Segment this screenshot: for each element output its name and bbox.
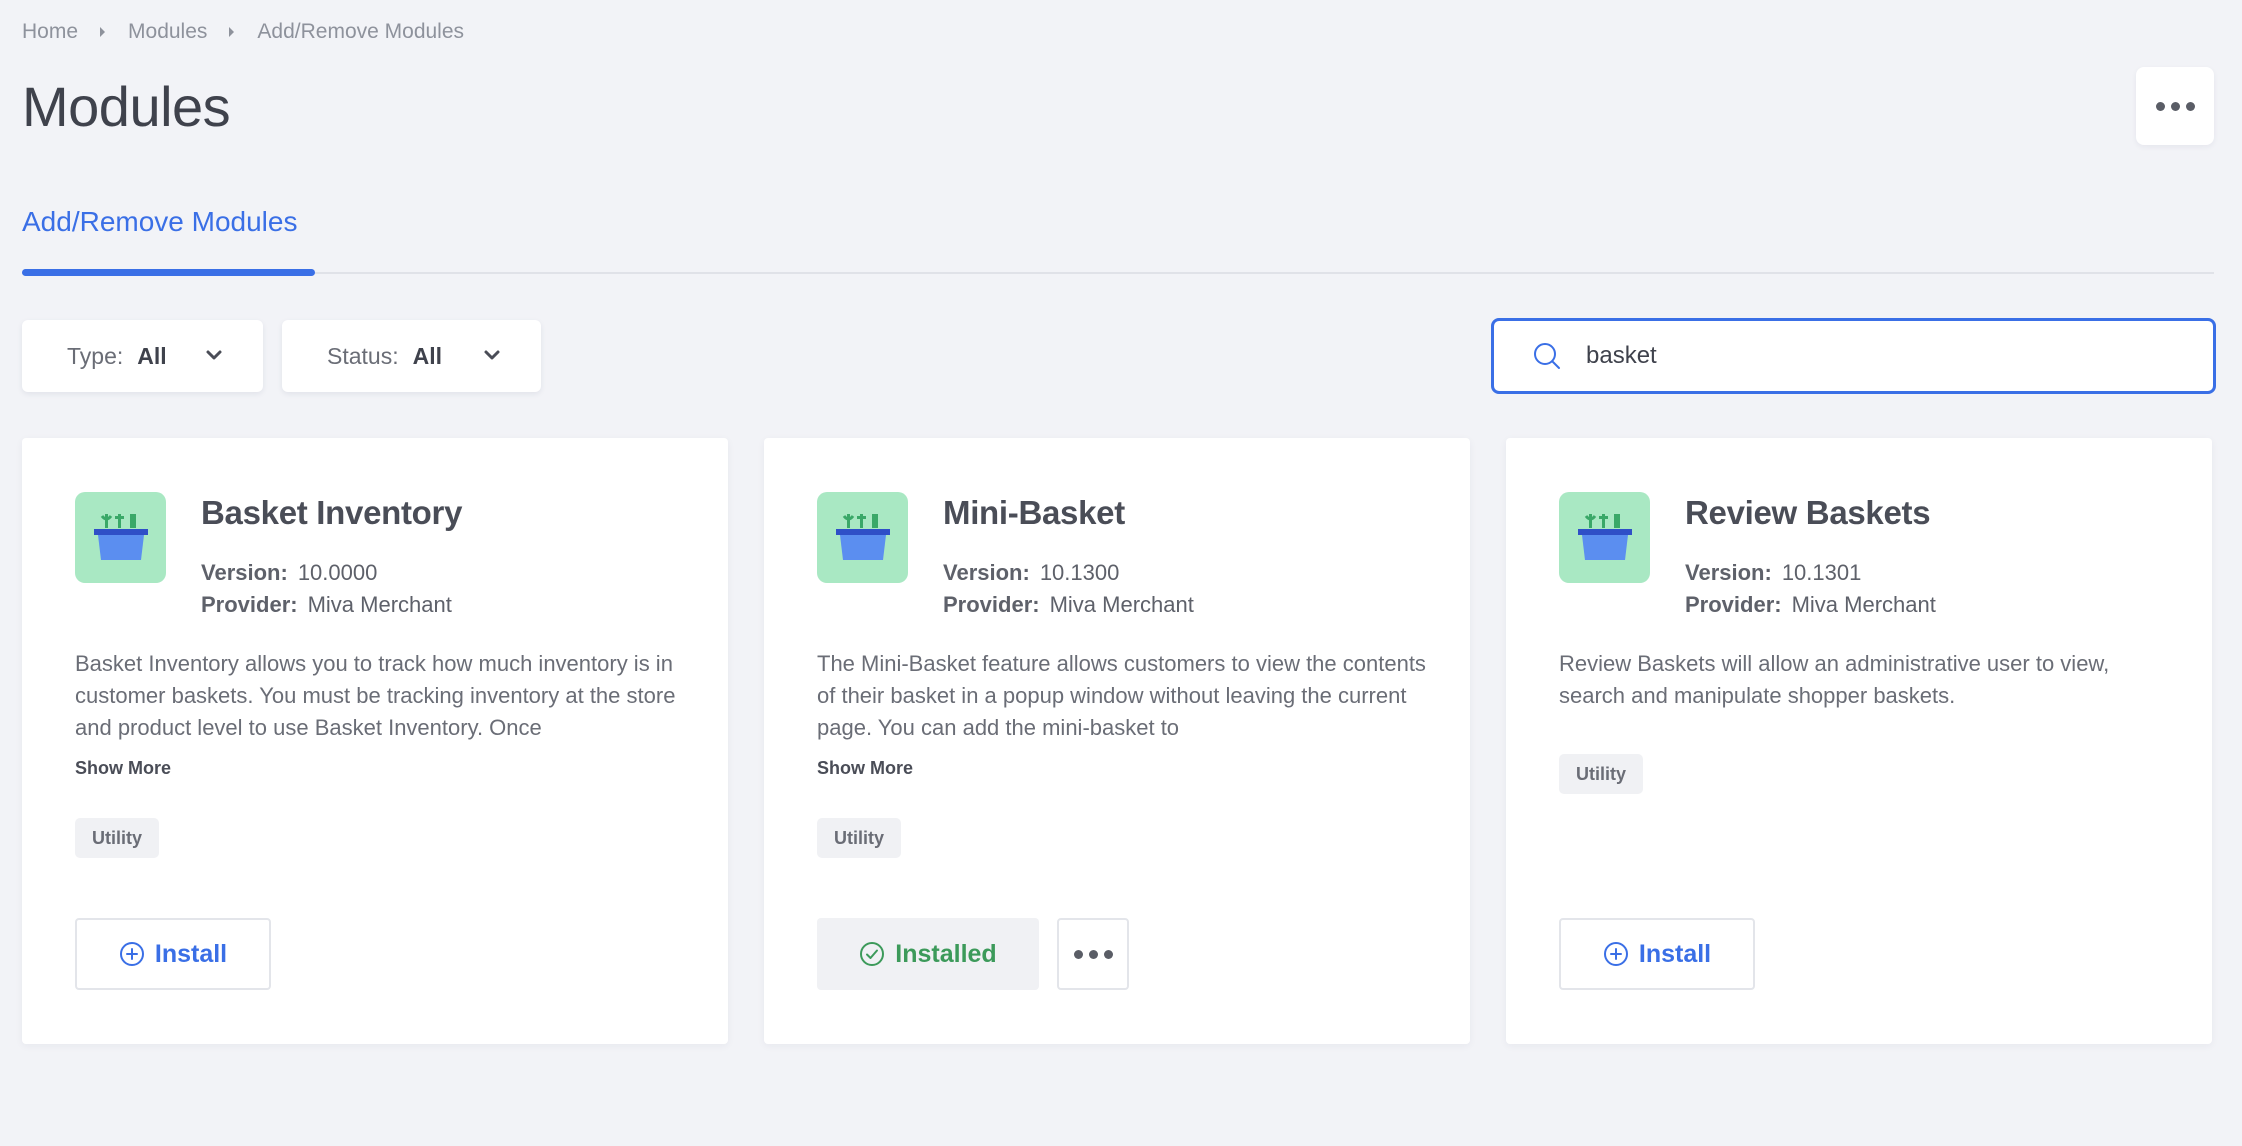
module-search[interactable] [1491, 318, 2216, 394]
install-button[interactable]: Install [75, 918, 271, 990]
type-filter-label: Type: [67, 342, 124, 369]
version-value: 10.1300 [1039, 560, 1120, 585]
provider-value: Miva Merchant [1049, 592, 1194, 617]
module-description: The Mini-Basket feature allows customers… [817, 651, 1426, 740]
module-card: Mini-Basket Version: 10.1300 Provider: Miv… [764, 438, 1470, 1044]
tab-add-remove-modules[interactable]: Add/Remove Modules [22, 196, 315, 276]
provider-label: Provider: [943, 592, 1040, 617]
status-filter-label: Status: [327, 342, 399, 369]
type-filter-value: All [137, 342, 167, 369]
search-input[interactable] [1586, 342, 2146, 370]
more-dots-icon [1073, 949, 1113, 959]
status-filter-value: All [412, 342, 442, 369]
module-version: Version: 10.1301 [1685, 560, 1861, 586]
install-button-label: Install [1638, 939, 1712, 968]
page-title: Modules [22, 75, 231, 138]
version-label: Version: [201, 560, 288, 585]
install-button-label: Install [154, 939, 228, 968]
version-value: 10.1301 [1781, 560, 1862, 585]
module-actions-button[interactable] [1057, 918, 1129, 990]
module-basket-icon [75, 492, 166, 583]
module-type-tag: Utility [1559, 754, 1644, 794]
page-actions-button[interactable] [2136, 67, 2214, 145]
installed-status-button[interactable]: Installed [817, 918, 1039, 990]
module-type-tag: Utility [75, 818, 160, 858]
provider-label: Provider: [201, 592, 298, 617]
module-provider: Provider: Miva Merchant [1685, 592, 1936, 618]
breadcrumb-home[interactable]: Home [22, 20, 78, 44]
version-value: 10.0000 [297, 560, 378, 585]
show-more-link[interactable]: Show More [75, 758, 171, 779]
more-dots-icon [2155, 101, 2195, 111]
installed-label: Installed [895, 939, 997, 968]
version-label: Version: [943, 560, 1030, 585]
show-more-link[interactable]: Show More [817, 758, 913, 779]
check-circle-icon [860, 942, 885, 966]
provider-label: Provider: [1685, 592, 1782, 617]
module-basket-icon [817, 492, 908, 583]
chevron-down-icon [206, 350, 222, 360]
module-version: Version: 10.0000 [201, 560, 377, 586]
provider-value: Miva Merchant [307, 592, 452, 617]
plus-circle-icon [1603, 942, 1628, 966]
module-description: Review Baskets will allow an administrat… [1559, 651, 2110, 708]
module-name: Review Baskets [1685, 494, 1931, 531]
module-provider: Provider: Miva Merchant [943, 592, 1194, 618]
module-version: Version: 10.1300 [943, 560, 1119, 586]
tab-bar: Add/Remove Modules [22, 196, 2214, 276]
module-name: Mini-Basket [943, 494, 1125, 531]
type-filter-dropdown[interactable]: Type: All [22, 320, 263, 392]
chevron-right-icon [92, 22, 114, 42]
chevron-right-icon [221, 22, 243, 42]
module-card: Review Baskets Version: 10.1301 Provider:… [1506, 438, 2212, 1044]
breadcrumb-modules[interactable]: Modules [128, 20, 207, 44]
install-button[interactable]: Install [1559, 918, 1755, 990]
module-provider: Provider: Miva Merchant [201, 592, 452, 618]
status-filter-dropdown[interactable]: Status: All [282, 320, 541, 392]
module-type-tag: Utility [817, 818, 902, 858]
provider-value: Miva Merchant [1791, 592, 1936, 617]
plus-circle-icon [119, 942, 144, 966]
module-name: Basket Inventory [201, 494, 463, 531]
breadcrumb-current: Add/Remove Modules [257, 20, 465, 43]
module-description: Basket Inventory allows you to track how… [75, 651, 676, 740]
module-basket-icon [1559, 492, 1650, 583]
module-card: Basket Inventory Version: 10.0000 Provide… [22, 438, 728, 1044]
breadcrumb: Home Modules Add/Remove Modules [22, 20, 464, 44]
version-label: Version: [1685, 560, 1772, 585]
search-icon [1534, 343, 1560, 369]
chevron-down-icon [484, 350, 500, 360]
